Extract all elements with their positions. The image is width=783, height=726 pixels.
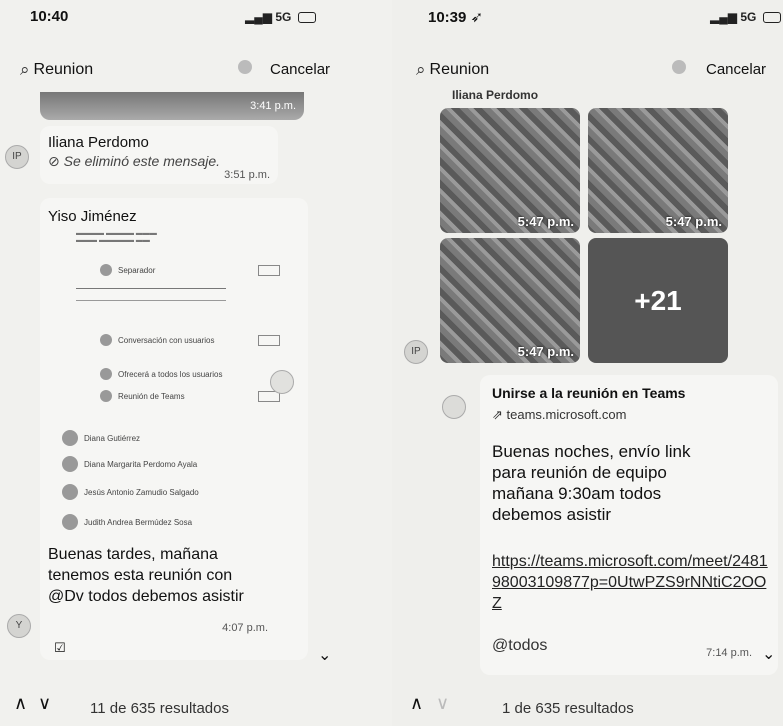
- teams-row: Conversación con usuarios: [100, 334, 280, 346]
- search-bar[interactable]: ⌕ Reunion: [416, 60, 489, 80]
- more-photos-button[interactable]: +21: [588, 238, 728, 363]
- message-time: 3:41 p.m.: [250, 100, 296, 112]
- deleted-text: ⊘ Se eliminó este mensaje.: [48, 153, 221, 169]
- message-author: Yiso Jiménez: [48, 208, 137, 225]
- photo-thumbnail[interactable]: 5:47 p.m.: [588, 108, 728, 233]
- avatar: [62, 514, 78, 530]
- status-time: 10:40: [30, 8, 69, 25]
- message-time: 4:07 p.m.: [222, 622, 268, 634]
- right-screen: 10:39 ➶ ▂▄▆ 5G ⌕ Reunion Cancelar Iliana…: [392, 0, 783, 726]
- mention-text: @todos: [492, 637, 548, 654]
- deleted-message[interactable]: Iliana Perdomo ⊘ Se eliminó este mensaje…: [40, 126, 278, 184]
- signal-icon: ▂▄▆: [245, 10, 272, 24]
- reaction-icon[interactable]: ☑: [54, 640, 66, 656]
- link-preview-domain: ⇗ teams.microsoft.com: [492, 407, 627, 422]
- divider: [76, 300, 226, 301]
- user-icon: [100, 334, 112, 346]
- results-count: 1 de 635 resultados: [502, 700, 634, 717]
- avatar: [62, 456, 78, 472]
- search-bar[interactable]: ⌕ Reunion: [20, 60, 93, 80]
- status-time: 10:39 ➶: [428, 9, 484, 26]
- cancel-button[interactable]: Cancelar: [270, 61, 330, 78]
- cancel-button[interactable]: Cancelar: [706, 61, 766, 78]
- message-text: Buenas noches, envío link para reunión d…: [492, 442, 691, 524]
- chevron-down-icon[interactable]: ⌄: [318, 645, 331, 665]
- search-query[interactable]: Reunion: [430, 61, 490, 79]
- chevron-down-icon[interactable]: ⌄: [762, 644, 775, 664]
- user-icon: [100, 368, 112, 380]
- message-time: 3:51 p.m.: [224, 169, 270, 181]
- message-author: Iliana Perdomo: [48, 134, 149, 151]
- user-icon: [100, 264, 112, 276]
- teams-row: Reunión de Teams: [100, 390, 280, 402]
- participant-row: Jesús Antonio Zamudio Salgado: [62, 484, 242, 500]
- status-indicators: ▂▄▆ 5G: [710, 10, 781, 24]
- previous-result-button[interactable]: ∧: [410, 693, 423, 714]
- divider: [76, 288, 226, 289]
- search-icon: ⌕: [416, 60, 426, 79]
- message-bubble[interactable]: Unirse a la reunión en Teams ⇗ teams.mic…: [480, 375, 778, 675]
- network-type: 5G: [740, 10, 757, 24]
- clear-search-icon[interactable]: [238, 60, 252, 74]
- message-text: Buenas tardes, mañana tenemos esta reuni…: [48, 546, 244, 605]
- avatar: Y: [7, 614, 31, 638]
- photo-thumbnail[interactable]: 5:47 p.m.: [440, 238, 580, 363]
- teams-icon: [100, 390, 112, 402]
- message-time: 7:14 p.m.: [706, 647, 752, 659]
- meeting-link[interactable]: https://teams.microsoft.com/meet/2481980…: [492, 551, 772, 614]
- avatar: IP: [5, 145, 29, 169]
- status-indicators: ▂▄▆ 5G: [245, 10, 316, 24]
- search-icon: ⌕: [20, 60, 30, 79]
- teams-row: Separador: [100, 264, 280, 276]
- participant-row: Diana Gutiérrez: [62, 430, 242, 446]
- signal-icon: ▂▄▆: [710, 10, 737, 24]
- sender-name: Iliana Perdomo: [452, 88, 539, 102]
- link-preview-title[interactable]: Unirse a la reunión en Teams: [492, 385, 685, 401]
- avatar: IP: [404, 340, 428, 364]
- network-type: 5G: [275, 10, 292, 24]
- message-bubble[interactable]: Yiso Jiménez ▬▬▬▬ ▬▬▬▬ ▬▬▬ ▬▬▬ ▬▬▬▬▬ ▬▬ S…: [40, 198, 308, 660]
- image-message[interactable]: 3:41 p.m.: [40, 92, 304, 120]
- photo-thumbnail[interactable]: 5:47 p.m.: [440, 108, 580, 233]
- participant-row: Judith Andrea Bermúdez Sosa: [62, 514, 242, 530]
- battery-icon: [762, 12, 781, 24]
- avatar: [270, 370, 294, 394]
- next-result-button[interactable]: ∨: [436, 693, 449, 714]
- location-icon: ➶: [470, 9, 484, 26]
- next-result-button[interactable]: ∨: [38, 693, 51, 714]
- search-query[interactable]: Reunion: [34, 61, 94, 79]
- avatar: [62, 430, 78, 446]
- avatar: [442, 395, 466, 419]
- battery-icon: [297, 12, 316, 24]
- teams-row: Ofrecerá a todos los usuarios: [100, 368, 280, 380]
- results-count: 11 de 635 resultados: [90, 700, 229, 717]
- left-screen: 10:40 ▂▄▆ 5G ⌕ Reunion Cancelar 3:41 p.m…: [0, 0, 392, 726]
- link-icon: ⇗: [492, 407, 503, 422]
- previous-result-button[interactable]: ∧: [14, 693, 27, 714]
- participant-row: Diana Margarita Perdomo Ayala: [62, 456, 242, 472]
- clear-search-icon[interactable]: [672, 60, 686, 74]
- avatar: [62, 484, 78, 500]
- attachment-subtitle: ▬▬▬▬ ▬▬▬▬ ▬▬▬ ▬▬▬ ▬▬▬▬▬ ▬▬: [76, 230, 157, 244]
